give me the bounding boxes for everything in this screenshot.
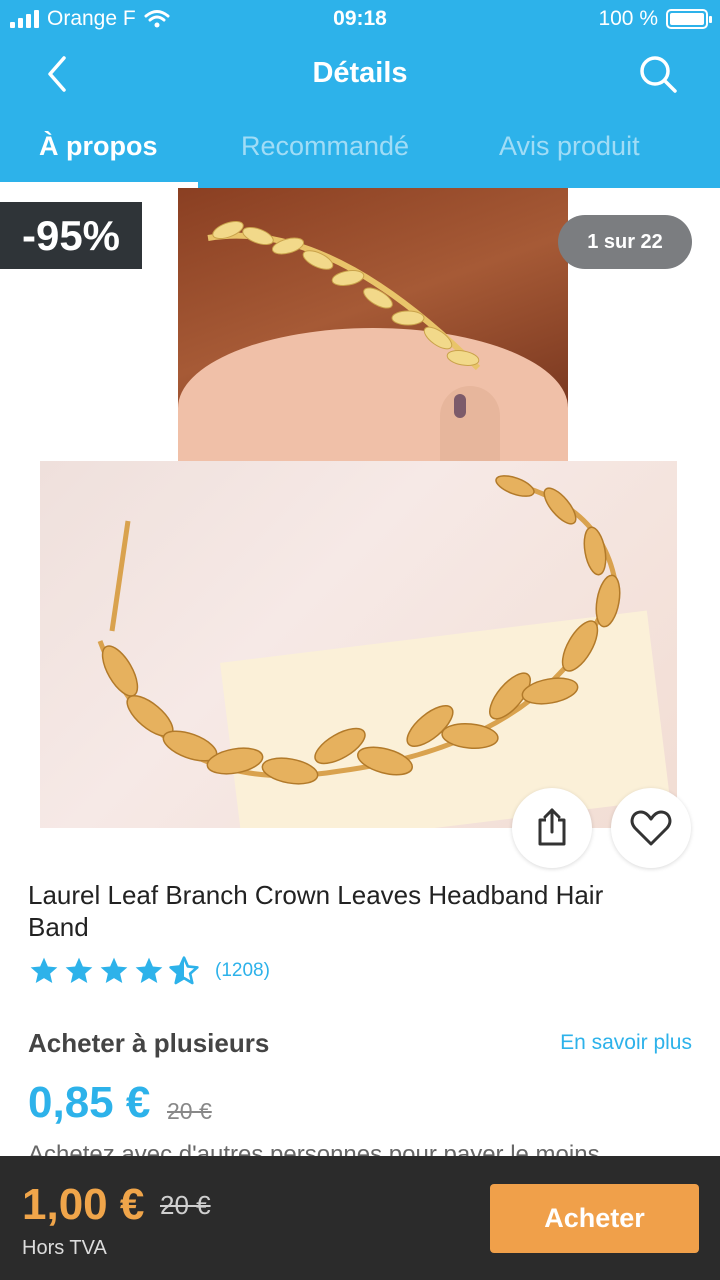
tab-recommended[interactable]: Recommandé xyxy=(241,131,409,162)
group-buy-old-price: 20 € xyxy=(167,1098,212,1124)
tab-reviews[interactable]: Avis produit xyxy=(499,131,640,162)
star-icon xyxy=(65,957,93,983)
share-button[interactable] xyxy=(512,788,592,868)
favorite-button[interactable] xyxy=(611,788,691,868)
old-price: 20 € xyxy=(160,1190,211,1220)
tab-bar: À propos Recommandé Avis produit xyxy=(0,118,720,188)
share-icon xyxy=(538,808,566,846)
header: Orange F 09:18 100 % Détails À propos Re… xyxy=(0,0,720,188)
group-buy-price: 0,85 € xyxy=(28,1078,151,1127)
product-title: Laurel Leaf Branch Crown Leaves Headband… xyxy=(28,880,604,942)
status-bar: Orange F 09:18 100 % xyxy=(0,0,720,36)
rating[interactable]: (1208) xyxy=(28,955,270,987)
star-icon xyxy=(30,957,58,983)
price: 1,00 € xyxy=(22,1180,145,1229)
product-gallery[interactable] xyxy=(0,188,720,838)
star-icon xyxy=(100,957,128,983)
search-button[interactable] xyxy=(636,52,680,96)
half-star-icon xyxy=(169,956,199,985)
battery-icon xyxy=(666,9,712,29)
page-title: Détails xyxy=(312,57,408,89)
learn-more-link[interactable]: En savoir plus xyxy=(560,1031,692,1055)
headband-on-model xyxy=(207,220,481,371)
buy-button[interactable]: Acheter xyxy=(490,1184,699,1253)
group-buy-title: Acheter à plusieurs xyxy=(28,1028,270,1058)
tax-note: Hors TVA xyxy=(22,1237,107,1259)
image-counter: 1 sur 22 xyxy=(558,215,692,269)
search-icon xyxy=(640,56,677,93)
tab-about[interactable]: À propos xyxy=(39,131,158,162)
battery-percent: 100 % xyxy=(598,7,658,30)
product-photo-closeup xyxy=(40,461,677,828)
discount-badge: -95% xyxy=(0,202,142,269)
star-icon xyxy=(135,957,163,983)
product-photo-model xyxy=(178,188,568,463)
rating-count[interactable]: (1208) xyxy=(215,960,270,982)
headband-closeup xyxy=(97,475,621,785)
heart-icon xyxy=(630,810,672,846)
status-right: 100 % xyxy=(598,7,712,31)
